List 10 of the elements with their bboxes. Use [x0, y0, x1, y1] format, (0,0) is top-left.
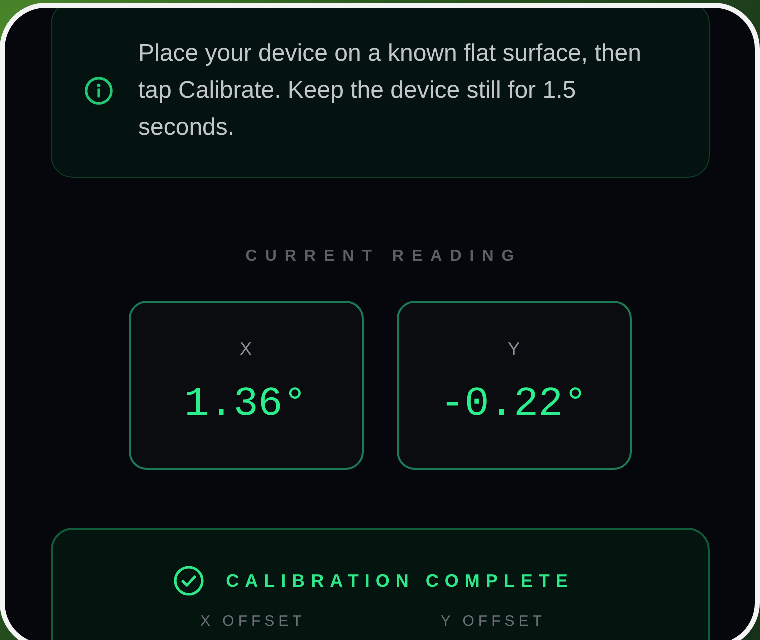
axis-value: 1.36° [184, 381, 308, 429]
axis-label: X [240, 338, 252, 360]
section-title: CURRENT READING [244, 247, 522, 267]
axis-value: -0.22° [440, 381, 588, 429]
info-icon [84, 76, 112, 104]
status-title: CALIBRATION COMPLETE [226, 570, 574, 592]
offset-label: X OFFSET [200, 613, 306, 630]
axis-label: Y [508, 338, 520, 360]
offset-label: Y OFFSET [440, 613, 546, 630]
info-text: Place your device on a known flat surface, then tap Calibrate. Keep the device still for 1.5 seconds. [138, 39, 642, 143]
